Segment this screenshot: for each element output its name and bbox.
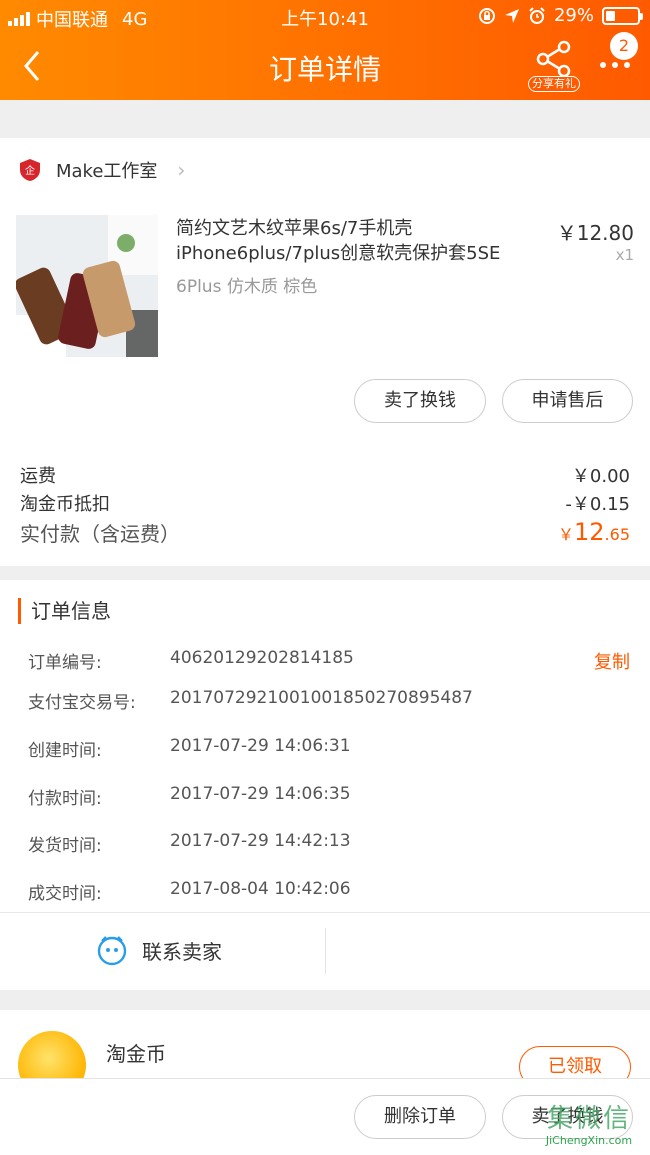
product-title[interactable]: 简约文艺木纹苹果6s/7手机壳iPhone6plus/7plus创意软壳保护套5…: [176, 216, 546, 266]
shipping-row: 运费 ￥0.00: [20, 462, 630, 488]
alarm-icon: [529, 6, 545, 24]
share-icon: [536, 40, 571, 78]
info-key: 付款时间:: [28, 789, 102, 809]
product-price: ￥12.80: [556, 221, 634, 245]
paid-decimal: .65: [604, 525, 630, 544]
paid-row: 实付款（含运费） ￥12.65: [20, 518, 630, 547]
info-key: 发货时间:: [28, 836, 102, 856]
product-sku: 6Plus 仿木质 棕色: [176, 277, 318, 297]
info-key: 支付宝交易号:: [28, 693, 136, 713]
shop-link[interactable]: 企 Make工作室 ›: [18, 157, 185, 183]
info-value: 2017-07-29 14:06:31: [170, 736, 351, 756]
shop-badge-icon: 企: [20, 159, 40, 181]
more-icon[interactable]: [598, 58, 632, 72]
product-qty: x1: [615, 246, 634, 264]
orientation-lock-icon: [478, 7, 495, 24]
info-value: 40620129202814185: [170, 648, 354, 668]
watermark-text: 集微信: [546, 1104, 631, 1134]
coin-deduction-value: -￥0.15: [565, 494, 630, 515]
coin-deduction-label: 淘金币抵扣: [20, 494, 110, 515]
share-button[interactable]: 分享有礼: [528, 40, 580, 92]
share-label: 分享有礼: [528, 76, 580, 92]
status-bar: 中国联通 4G 上午10:41 29%: [0, 0, 650, 32]
coins-title: 淘金币: [106, 1042, 166, 1066]
paid-label: 实付款（含运费）: [20, 522, 180, 546]
info-value: 2017-08-04 10:42:06: [170, 879, 351, 899]
svg-text:企: 企: [25, 164, 35, 177]
sell-button[interactable]: 卖了换钱: [354, 379, 486, 423]
after-sale-button[interactable]: 申请售后: [502, 379, 633, 423]
paid-value: ￥12.65: [558, 518, 630, 546]
shop-name: Make工作室: [56, 161, 158, 182]
chevron-right-icon: ›: [177, 158, 186, 182]
phone-case-illustration: [16, 215, 158, 357]
info-key: 成交时间:: [28, 884, 102, 904]
shipping-label: 运费: [20, 466, 56, 487]
watermark: 集微信 JiChengXin.com: [530, 1104, 648, 1152]
paid-currency: ￥: [557, 525, 574, 544]
info-value: 2017-07-29 14:42:13: [170, 831, 351, 851]
battery-icon: [602, 6, 643, 25]
contact-seller-label: 联系卖家: [142, 939, 222, 964]
shipping-value: ￥0.00: [571, 466, 630, 487]
paid-integer: 12: [574, 518, 605, 546]
info-key: 订单编号:: [28, 653, 102, 673]
location-icon: [504, 8, 519, 23]
contact-divider: [0, 912, 650, 913]
header: 中国联通 4G 上午10:41 29% 订单详情 分享有礼 2: [0, 0, 650, 100]
copy-button[interactable]: 复制: [594, 648, 630, 674]
info-key: 创建时间:: [28, 741, 102, 761]
delete-order-button[interactable]: 删除订单: [354, 1095, 486, 1139]
product-image[interactable]: [16, 215, 158, 357]
info-value: 2017072921001001850270895487: [170, 688, 473, 708]
message-badge: 2: [610, 32, 638, 60]
info-value: 2017-07-29 14:06:35: [170, 784, 351, 804]
vertical-divider: [325, 928, 326, 974]
watermark-sub: JiChengXin.com: [545, 1134, 633, 1147]
contact-seller-button[interactable]: 联系卖家: [96, 934, 222, 966]
chat-face-icon: [97, 936, 127, 966]
order-info-title: 订单信息: [18, 598, 111, 624]
battery-percent: 29%: [553, 5, 594, 26]
coin-deduction-row: 淘金币抵扣 -￥0.15: [20, 490, 630, 516]
